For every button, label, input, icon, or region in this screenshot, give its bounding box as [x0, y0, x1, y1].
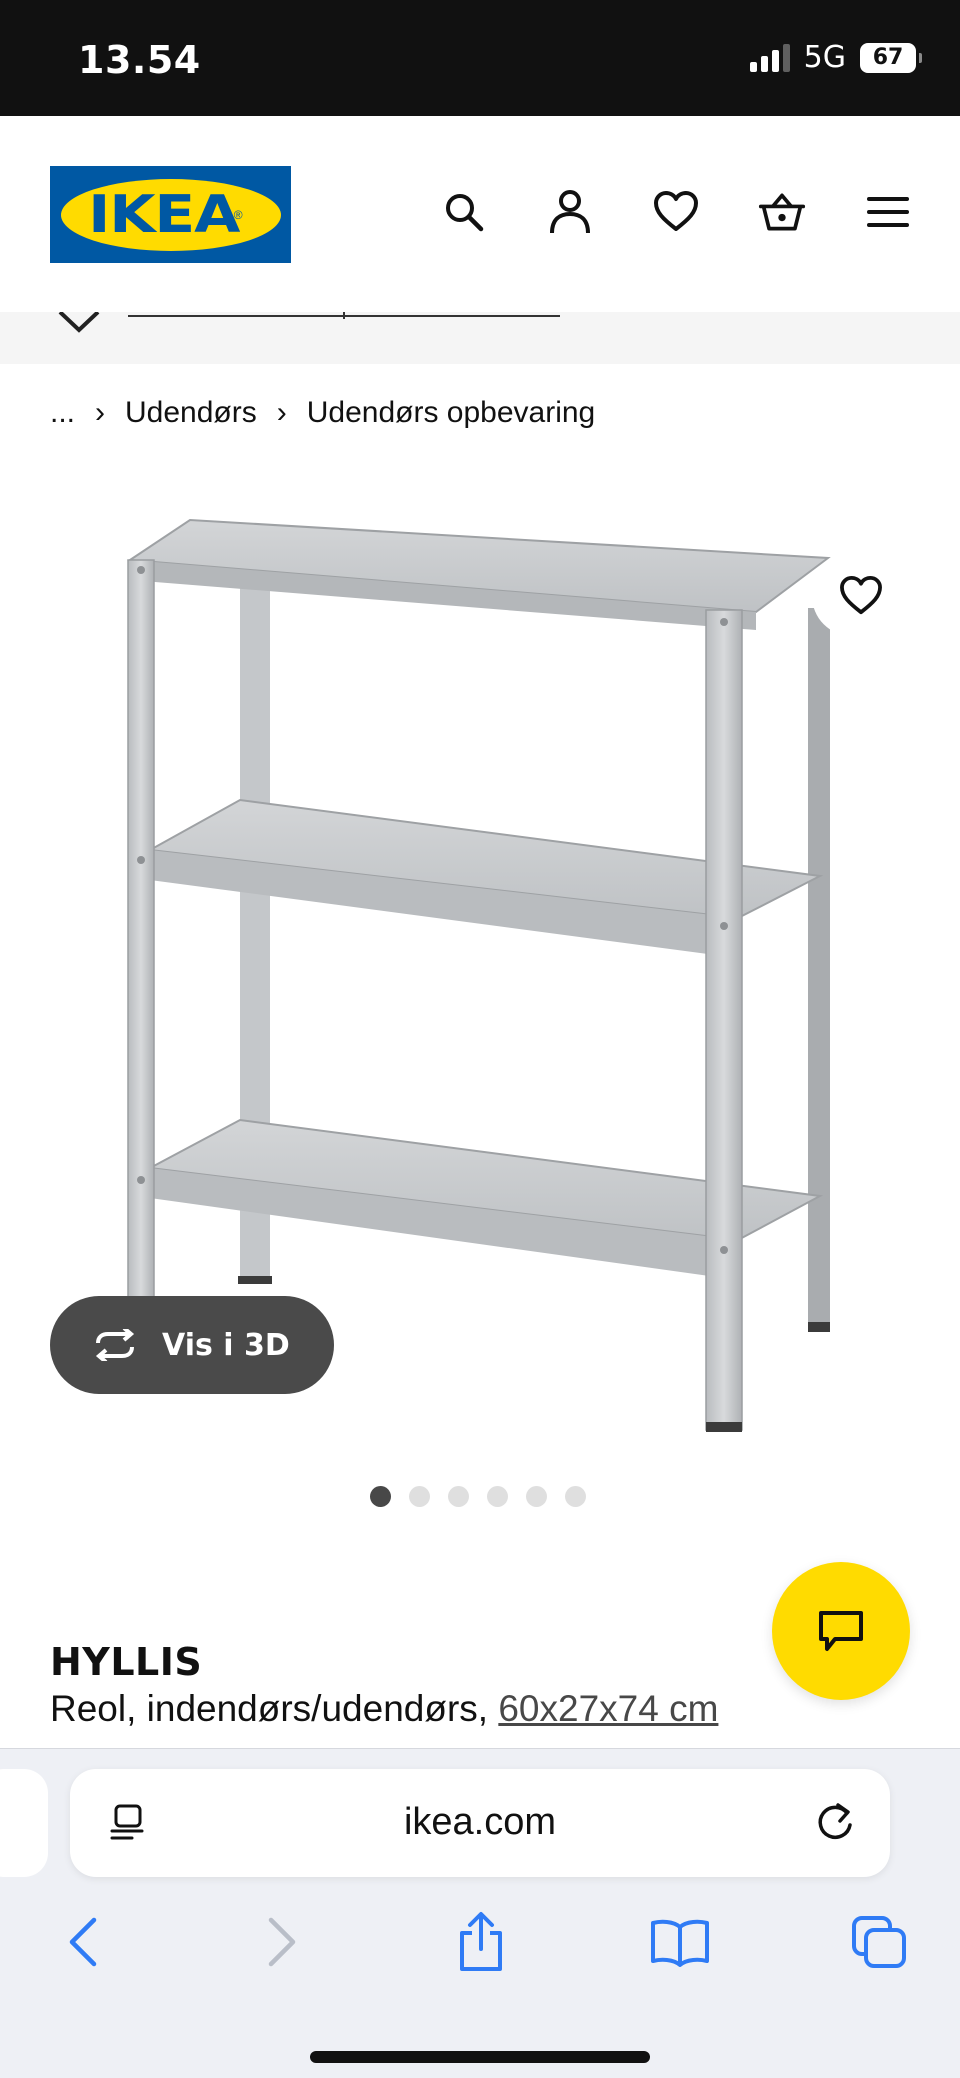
reload-icon[interactable] [814, 1799, 856, 1848]
view-3d-label: Vis i 3D [162, 1327, 290, 1363]
product-description: Reol, indendørs/udendørs, 60x27x74 cm [50, 1688, 718, 1730]
heart-icon [840, 576, 882, 615]
browser-chrome: ikea.com [0, 1748, 960, 2078]
status-time: 13.54 [78, 38, 201, 82]
gallery-dot[interactable] [409, 1486, 430, 1507]
chevron-down-icon [56, 312, 102, 341]
status-bar: 13.54 5G 67 [0, 0, 960, 116]
chat-icon [819, 1611, 863, 1651]
tabs-icon [852, 1916, 906, 1968]
gallery-dot[interactable] [487, 1486, 508, 1507]
status-indicators: 5G 67 [749, 40, 922, 75]
home-indicator [310, 2051, 650, 2063]
shelf-back-post-right [808, 608, 830, 1328]
logo-text: IKEA [88, 184, 241, 245]
chevron-right-icon [268, 1917, 296, 1967]
breadcrumb-ellipsis[interactable]: ... [50, 396, 75, 430]
heart-icon[interactable] [652, 186, 700, 238]
bolt [137, 856, 145, 864]
bookmarks-button[interactable] [647, 1909, 713, 1975]
gallery-pagination [370, 1486, 586, 1507]
bolt [720, 922, 728, 930]
menu-icon[interactable] [864, 186, 912, 238]
browser-toolbar [0, 1909, 960, 1975]
shelf-front-post-right [705, 609, 743, 1431]
gallery-dot[interactable] [448, 1486, 469, 1507]
gallery-dot-active[interactable] [370, 1486, 391, 1507]
rotate-3d-icon [95, 1329, 135, 1361]
site-header: IKEA ® [0, 116, 960, 312]
product-size-link[interactable]: 60x27x74 cm [498, 1688, 718, 1729]
shelf-foot [238, 1276, 272, 1284]
ikea-logo[interactable]: IKEA ® [50, 166, 291, 263]
logo-oval: IKEA ® [60, 178, 281, 251]
add-to-favourites-button[interactable] [812, 556, 910, 636]
share-button[interactable] [448, 1909, 514, 1975]
breadcrumb-item-udendors-opbevaring[interactable]: Udendørs opbevaring [307, 396, 596, 430]
battery-icon: 67 [860, 42, 922, 73]
gallery-dot[interactable] [565, 1486, 586, 1507]
breadcrumb-item-udendors[interactable]: Udendørs [125, 396, 257, 430]
signal-icon [749, 43, 790, 72]
shelf-foot [706, 1422, 742, 1432]
url-text: ikea.com [403, 1801, 557, 1843]
tabs-button[interactable] [846, 1909, 912, 1975]
header-icons [440, 186, 912, 238]
gallery-dot[interactable] [526, 1486, 547, 1507]
network-type: 5G [803, 40, 846, 75]
product-type: Reol, indendørs/udendørs, [50, 1688, 489, 1729]
book-icon [651, 1919, 709, 1967]
bolt [720, 1246, 728, 1254]
bolt [137, 566, 145, 574]
account-icon[interactable] [546, 186, 594, 238]
chevron-left-icon [69, 1917, 97, 1967]
view-3d-button[interactable]: Vis i 3D [50, 1296, 334, 1394]
back-button[interactable] [50, 1909, 116, 1975]
breadcrumb-separator: › [95, 396, 106, 429]
promo-link-underline [128, 312, 560, 319]
basket-icon[interactable] [758, 186, 806, 238]
breadcrumb: ... › Udendørs › Udendørs opbevaring [50, 396, 595, 430]
previous-tab-preview[interactable] [0, 1769, 48, 1877]
address-bar[interactable]: ikea.com [70, 1769, 890, 1877]
promo-strip[interactable] [0, 312, 960, 364]
forward-button[interactable] [249, 1909, 315, 1975]
product-name: HYLLIS [50, 1640, 203, 1684]
bolt [137, 1176, 145, 1184]
shelf-foot [808, 1322, 830, 1332]
chat-button[interactable] [772, 1562, 910, 1700]
search-icon[interactable] [440, 186, 488, 238]
bolt [720, 618, 728, 626]
breadcrumb-separator: › [276, 396, 287, 429]
share-icon [460, 1912, 502, 1971]
shelf-front-post-left [127, 559, 155, 1331]
